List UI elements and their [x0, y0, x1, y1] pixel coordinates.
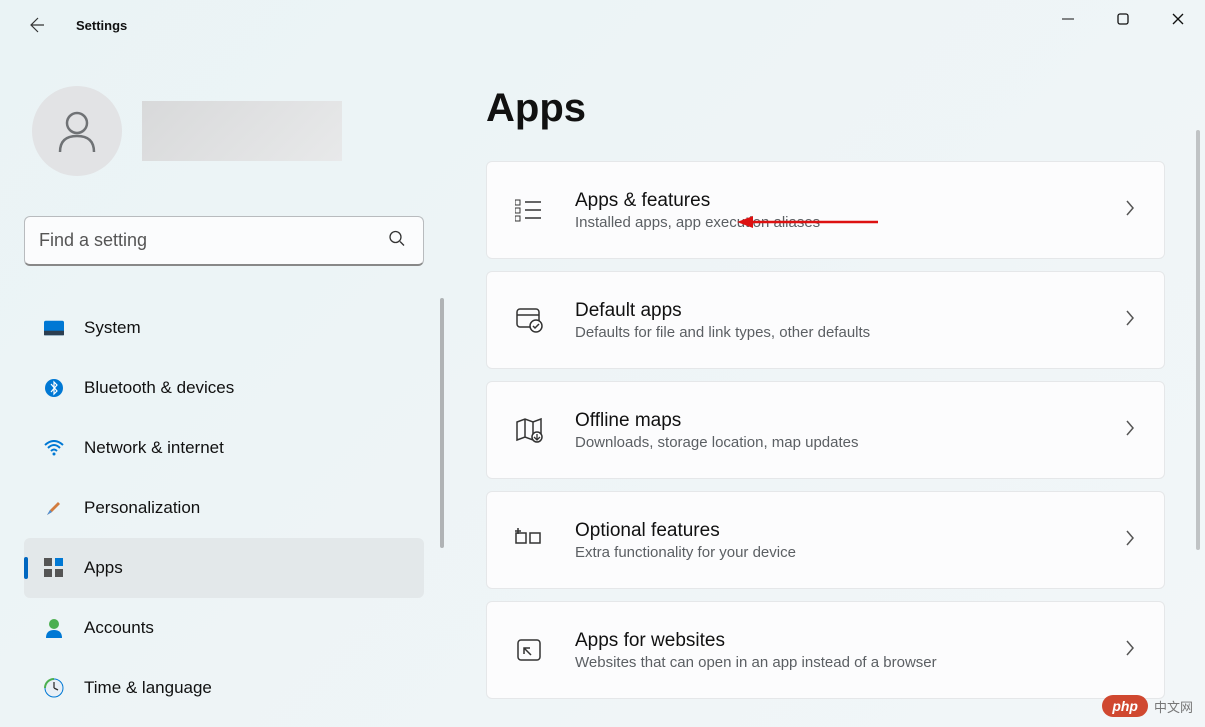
settings-cards: Apps & features Installed apps, app exec… — [486, 161, 1165, 699]
nav-label: Accounts — [84, 618, 154, 638]
watermark: php 中文网 — [1102, 695, 1193, 717]
chevron-right-icon — [1124, 199, 1136, 222]
search-container — [24, 216, 424, 266]
maximize-button[interactable] — [1095, 0, 1150, 38]
card-subtitle: Websites that can open in an app instead… — [575, 654, 1112, 671]
bluetooth-icon — [44, 378, 64, 398]
content-area: Apps Apps & features Installed apps, app… — [444, 50, 1205, 727]
optional-features-icon — [515, 526, 543, 554]
sidebar: System Bluetooth & devices Network & int… — [24, 50, 444, 727]
nav-item-system[interactable]: System — [24, 298, 424, 358]
chevron-right-icon — [1124, 309, 1136, 332]
content-scrollbar[interactable] — [1196, 130, 1200, 550]
card-optional-features[interactable]: Optional features Extra functionality fo… — [486, 491, 1165, 589]
card-subtitle: Installed apps, app execution aliases — [575, 214, 1112, 231]
nav-item-bluetooth[interactable]: Bluetooth & devices — [24, 358, 424, 418]
chevron-right-icon — [1124, 419, 1136, 442]
card-default-apps[interactable]: Default apps Defaults for file and link … — [486, 271, 1165, 369]
nav-label: Bluetooth & devices — [84, 378, 234, 398]
card-apps-websites[interactable]: Apps for websites Websites that can open… — [486, 601, 1165, 699]
watermark-text: 中文网 — [1154, 697, 1193, 716]
nav-item-apps[interactable]: Apps — [24, 538, 424, 598]
apps-icon — [44, 558, 64, 578]
nav-item-time[interactable]: Time & language — [24, 658, 424, 718]
card-subtitle: Defaults for file and link types, other … — [575, 324, 1112, 341]
person-icon — [44, 618, 64, 638]
nav-label: Personalization — [84, 498, 200, 518]
page-title: Apps — [486, 86, 1165, 131]
avatar — [32, 86, 122, 176]
card-title: Apps & features — [575, 190, 1112, 212]
default-apps-icon — [515, 306, 543, 334]
nav-list: System Bluetooth & devices Network & int… — [24, 298, 424, 718]
card-apps-features[interactable]: Apps & features Installed apps, app exec… — [486, 161, 1165, 259]
window-controls — [1040, 0, 1205, 40]
back-button[interactable] — [16, 5, 56, 45]
card-title: Default apps — [575, 300, 1112, 322]
card-title: Offline maps — [575, 410, 1112, 432]
nav-label: Network & internet — [84, 438, 224, 458]
user-info-redacted — [142, 101, 342, 161]
card-offline-maps[interactable]: Offline maps Downloads, storage location… — [486, 381, 1165, 479]
nav-item-accounts[interactable]: Accounts — [24, 598, 424, 658]
card-subtitle: Downloads, storage location, map updates — [575, 434, 1112, 451]
user-area[interactable] — [24, 50, 444, 216]
card-title: Optional features — [575, 520, 1112, 542]
card-subtitle: Extra functionality for your device — [575, 544, 1112, 561]
app-title: Settings — [76, 18, 127, 33]
close-button[interactable] — [1150, 0, 1205, 38]
nav-label: System — [84, 318, 141, 338]
search-input[interactable] — [24, 216, 424, 266]
apps-websites-icon — [515, 636, 543, 664]
card-title: Apps for websites — [575, 630, 1112, 652]
minimize-button[interactable] — [1040, 0, 1095, 38]
nav-item-network[interactable]: Network & internet — [24, 418, 424, 478]
nav-item-personalization[interactable]: Personalization — [24, 478, 424, 538]
search-icon — [388, 230, 406, 253]
titlebar: Settings — [0, 0, 1205, 50]
map-icon — [515, 416, 543, 444]
paintbrush-icon — [44, 498, 64, 518]
chevron-right-icon — [1124, 639, 1136, 662]
watermark-badge: php — [1102, 695, 1148, 717]
clock-icon — [44, 678, 64, 698]
system-icon — [44, 318, 64, 338]
wifi-icon — [44, 438, 64, 458]
chevron-right-icon — [1124, 529, 1136, 552]
nav-label: Time & language — [84, 678, 212, 698]
nav-label: Apps — [84, 558, 123, 578]
list-icon — [515, 196, 543, 224]
